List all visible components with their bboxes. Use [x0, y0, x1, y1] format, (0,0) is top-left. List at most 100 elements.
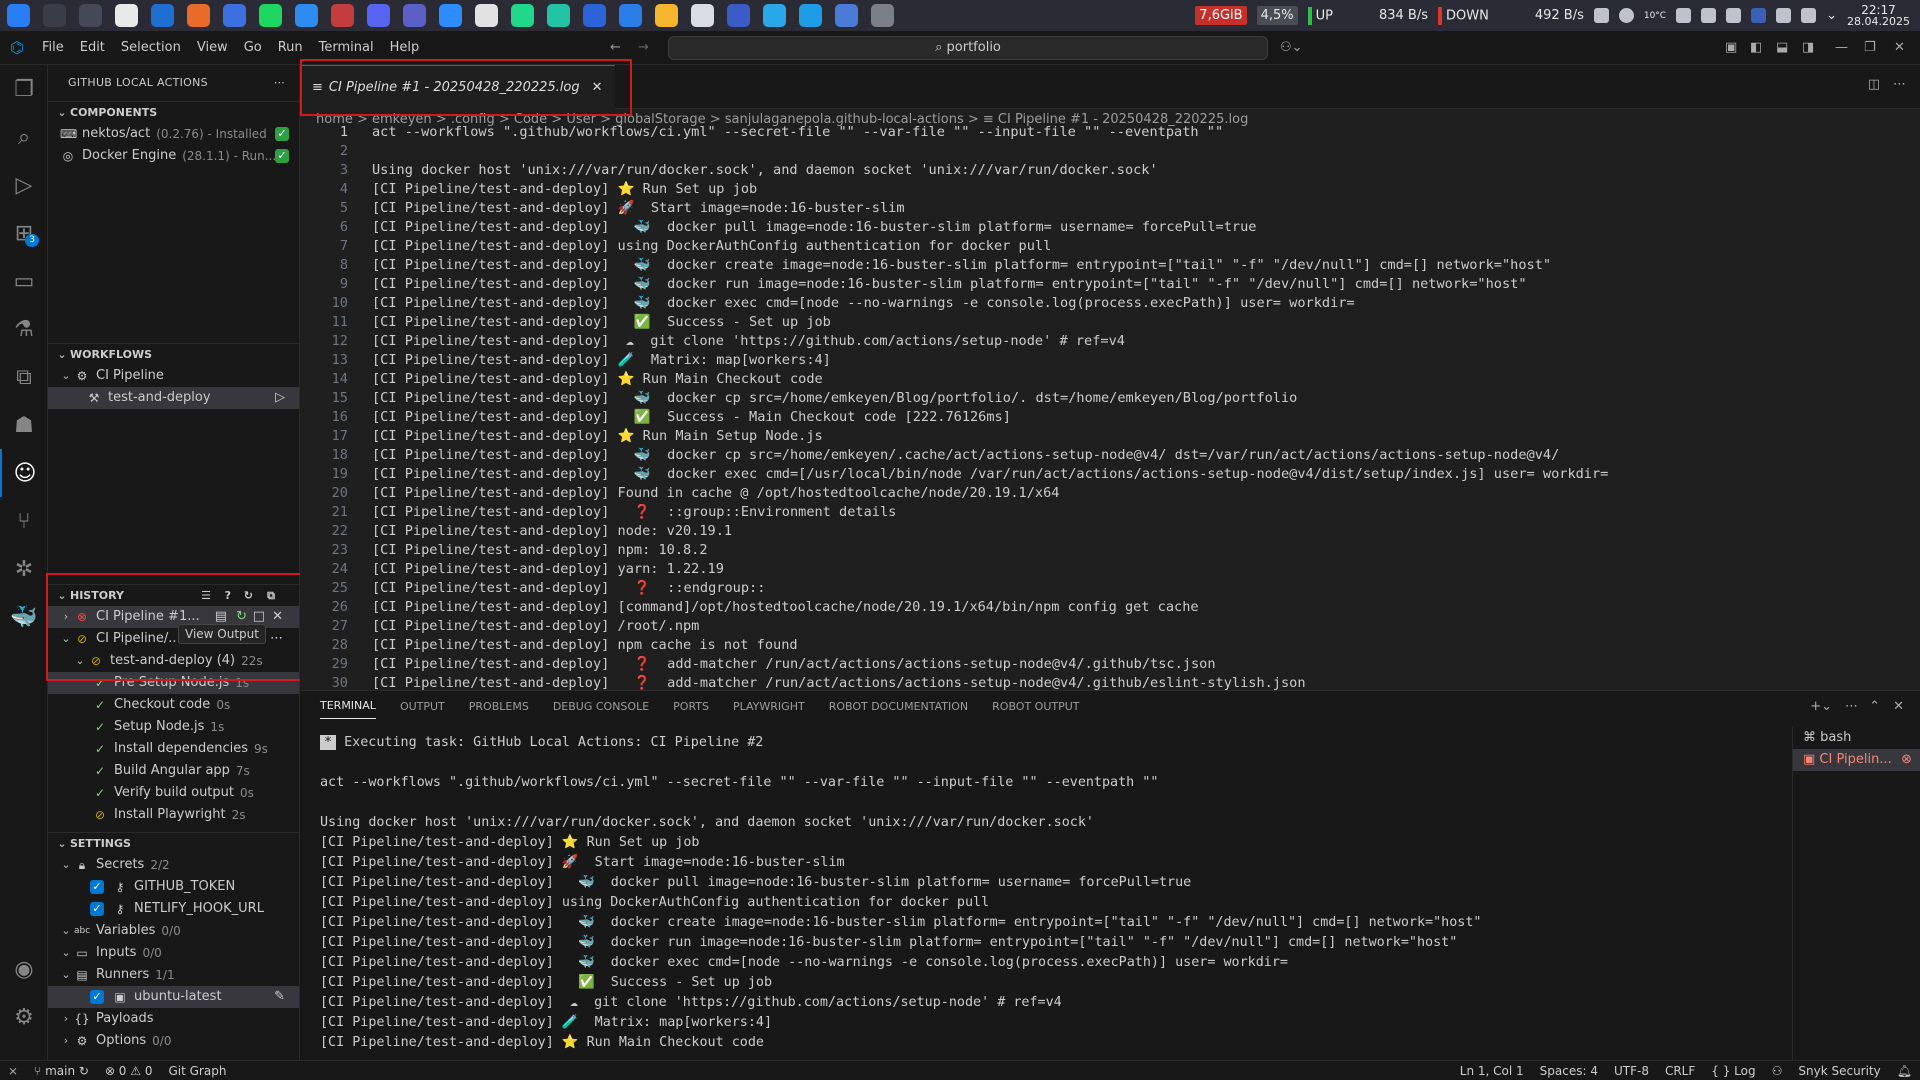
panel-more-icon[interactable]: ⋯: [1845, 699, 1858, 714]
layout-icon[interactable]: ▣: [1725, 40, 1737, 55]
step-row[interactable]: ✓ Install dependencies 9s: [48, 738, 299, 760]
code-line[interactable]: 28 [CI Pipeline/test-and-deploy] npm cach…: [300, 636, 1920, 655]
slack-app-icon[interactable]: [475, 4, 498, 27]
brightness-icon[interactable]: [1726, 8, 1742, 23]
code-line[interactable]: 23 [CI Pipeline/test-and-deploy] npm: 10.…: [300, 541, 1920, 560]
robot-icon[interactable]: ☗: [0, 401, 48, 449]
zoom-app-icon[interactable]: [439, 4, 462, 27]
close-tab-icon[interactable]: ✕: [592, 80, 603, 95]
job-test-and-deploy[interactable]: ⚒ test-and-deploy ▷: [48, 387, 299, 409]
indentation[interactable]: Spaces: 4: [1532, 1064, 1606, 1078]
bluetooth-icon[interactable]: [1701, 8, 1717, 23]
apps-grid-icon[interactable]: [79, 4, 102, 27]
forward-arrow-icon[interactable]: →: [638, 40, 649, 55]
runner-item[interactable]: ✓ ▣ ubuntu-latest ✎: [48, 986, 299, 1008]
toggle-sidebar-icon[interactable]: ◧: [1750, 40, 1762, 55]
problems-indicator[interactable]: ⊗ 0 ⚠ 0: [97, 1064, 161, 1078]
teams-app-icon[interactable]: [403, 4, 426, 27]
volume-icon[interactable]: [1676, 8, 1692, 23]
datagrip-app-icon[interactable]: [547, 4, 570, 27]
code-line[interactable]: 11 [CI Pipeline/test-and-deploy] ✅ Succes…: [300, 313, 1920, 332]
step-row[interactable]: ✓ Build Angular app 7s: [48, 760, 299, 782]
more-actions-icon[interactable]: ⋯: [274, 65, 285, 101]
kubernetes-icon[interactable]: ✲: [0, 545, 48, 593]
checkbox[interactable]: ✓: [90, 902, 104, 916]
app-icon-10[interactable]: [331, 4, 354, 27]
menu-run[interactable]: Run: [270, 40, 311, 55]
app-icon-22[interactable]: [763, 4, 786, 27]
code-line[interactable]: 9 [CI Pipeline/test-and-deploy] 🐳 docker …: [300, 275, 1920, 294]
cursor-position[interactable]: Ln 1, Col 1: [1452, 1064, 1532, 1078]
minimize-icon[interactable]: —: [1835, 40, 1848, 55]
component-act[interactable]: ⌨ nektos/act (0.2.76) - Installed ✓: [48, 123, 299, 145]
menu-terminal[interactable]: Terminal: [311, 40, 382, 55]
workflow-ci-pipeline[interactable]: ⌄ ⚙ CI Pipeline: [48, 365, 299, 387]
back-arrow-icon[interactable]: ←: [610, 40, 621, 55]
terminal-output[interactable]: * Executing task: GitHub Local Actions: …: [320, 733, 1780, 1061]
secret-item[interactable]: ✓ ⚷ NETLIFY_HOOK_URL: [48, 898, 299, 920]
app-icon-21[interactable]: [727, 4, 750, 27]
menu-go[interactable]: Go: [236, 40, 270, 55]
code-line[interactable]: 15 [CI Pipeline/test-and-deploy] 🐳 docker…: [300, 389, 1920, 408]
workflows-section-header[interactable]: ⌄ WORKFLOWS: [48, 343, 299, 365]
encoding[interactable]: UTF-8: [1606, 1064, 1657, 1078]
code-view[interactable]: 1 act --workflows ".github/workflows/ci.y…: [300, 123, 1920, 690]
code-line[interactable]: 27 [CI Pipeline/test-and-deploy] /root/.n…: [300, 617, 1920, 636]
code-line[interactable]: 17 [CI Pipeline/test-and-deploy] ⭐ Run Ma…: [300, 427, 1920, 446]
code-line[interactable]: 1 act --workflows ".github/workflows/ci.y…: [300, 123, 1920, 142]
explorer-icon[interactable]: ❐: [0, 65, 48, 113]
code-line[interactable]: 3 Using docker host 'unix:///var/run/dock…: [300, 161, 1920, 180]
keyboard-layout-flag-icon[interactable]: [1751, 8, 1767, 23]
tab-problems[interactable]: PROBLEMS: [469, 694, 529, 719]
code-line[interactable]: 5 [CI Pipeline/test-and-deploy] 🚀 Start i…: [300, 199, 1920, 218]
options-group[interactable]: › ⚙ Options 0/0: [48, 1030, 299, 1052]
github-local-actions-icon[interactable]: ☺: [0, 449, 48, 497]
settings-gear-icon[interactable]: ⚙: [0, 993, 48, 1041]
pycharm-app-icon[interactable]: [511, 4, 534, 27]
code-line[interactable]: 6 [CI Pipeline/test-and-deploy] 🐳 docker …: [300, 218, 1920, 237]
remove-icon[interactable]: ✕: [272, 606, 283, 628]
database-icon[interactable]: ⧉: [0, 353, 48, 401]
messenger-app-icon[interactable]: [295, 4, 318, 27]
code-line[interactable]: 30 [CI Pipeline/test-and-deploy] ❓ add-ma…: [300, 674, 1920, 690]
app-icon-17[interactable]: [583, 4, 606, 27]
history-section-header[interactable]: ⌄ HISTORY ☰ ? ↻ ⧉: [48, 584, 299, 606]
source-control-icon[interactable]: ⑂: [0, 497, 48, 545]
extensions-icon[interactable]: ⊞ 3: [0, 209, 48, 257]
code-line[interactable]: 4 [CI Pipeline/test-and-deploy] ⭐ Run Set…: [300, 180, 1920, 199]
terminal-ci-pipeline[interactable]: ▣ CI Pipelin... ⊗: [1793, 749, 1920, 771]
tab-output[interactable]: OUTPUT: [400, 694, 445, 719]
split-editor-icon[interactable]: ◫: [1868, 77, 1880, 92]
testing-icon[interactable]: ⚗: [0, 305, 48, 353]
code-line[interactable]: 18 [CI Pipeline/test-and-deploy] 🐳 docker…: [300, 446, 1920, 465]
wifi-icon[interactable]: [1776, 8, 1792, 23]
more-icon[interactable]: ⋯: [270, 628, 283, 650]
code-line[interactable]: 24 [CI Pipeline/test-and-deploy] yarn: 1.…: [300, 560, 1920, 579]
code-line[interactable]: 29 [CI Pipeline/test-and-deploy] ❓ add-ma…: [300, 655, 1920, 674]
code-line[interactable]: 20 [CI Pipeline/test-and-deploy] Found in…: [300, 484, 1920, 503]
copilot-icon[interactable]: ⚇⌄: [1280, 40, 1303, 55]
step-row[interactable]: ✓ Verify build output 0s: [48, 782, 299, 804]
discord-app-icon[interactable]: [367, 4, 390, 27]
proton-app-icon[interactable]: [223, 4, 246, 27]
components-section-header[interactable]: ⌄ COMPONENTS: [48, 101, 299, 123]
code-line[interactable]: 10 [CI Pipeline/test-and-deploy] 🐳 docker…: [300, 294, 1920, 313]
collapse-all-icon[interactable]: ⧉: [267, 585, 275, 607]
log-file-tab[interactable]: ≡ CI Pipeline #1 - 20250428_220225.log ✕: [300, 65, 615, 109]
inputs-group[interactable]: ⌄ ▭ Inputs 0/0: [48, 942, 299, 964]
secrets-group[interactable]: ⌄ 🔒︎ Secrets 2/2: [48, 854, 299, 876]
code-line[interactable]: 22 [CI Pipeline/test-and-deploy] node: v2…: [300, 522, 1920, 541]
help-icon[interactable]: ?: [225, 585, 231, 607]
close-panel-icon[interactable]: ✕: [1893, 699, 1904, 714]
chevron-down-icon[interactable]: ⌄: [1826, 8, 1837, 23]
snyk-security[interactable]: Snyk Security: [1790, 1064, 1888, 1078]
terminal-bash[interactable]: ⌘ bash: [1793, 727, 1920, 749]
copilot-status-icon[interactable]: ⚇: [1764, 1064, 1791, 1078]
step-row[interactable]: ⊘ Install Playwright 2s: [48, 804, 299, 826]
record-icon[interactable]: [1618, 8, 1634, 23]
step-row[interactable]: ✓ Pre Setup Node.js 1s: [48, 672, 299, 694]
terminal-app-icon[interactable]: [43, 4, 66, 27]
firefox-app-icon[interactable]: [187, 4, 210, 27]
checkbox[interactable]: ✓: [90, 990, 104, 1004]
variables-group[interactable]: ⌄ abc Variables 0/0: [48, 920, 299, 942]
